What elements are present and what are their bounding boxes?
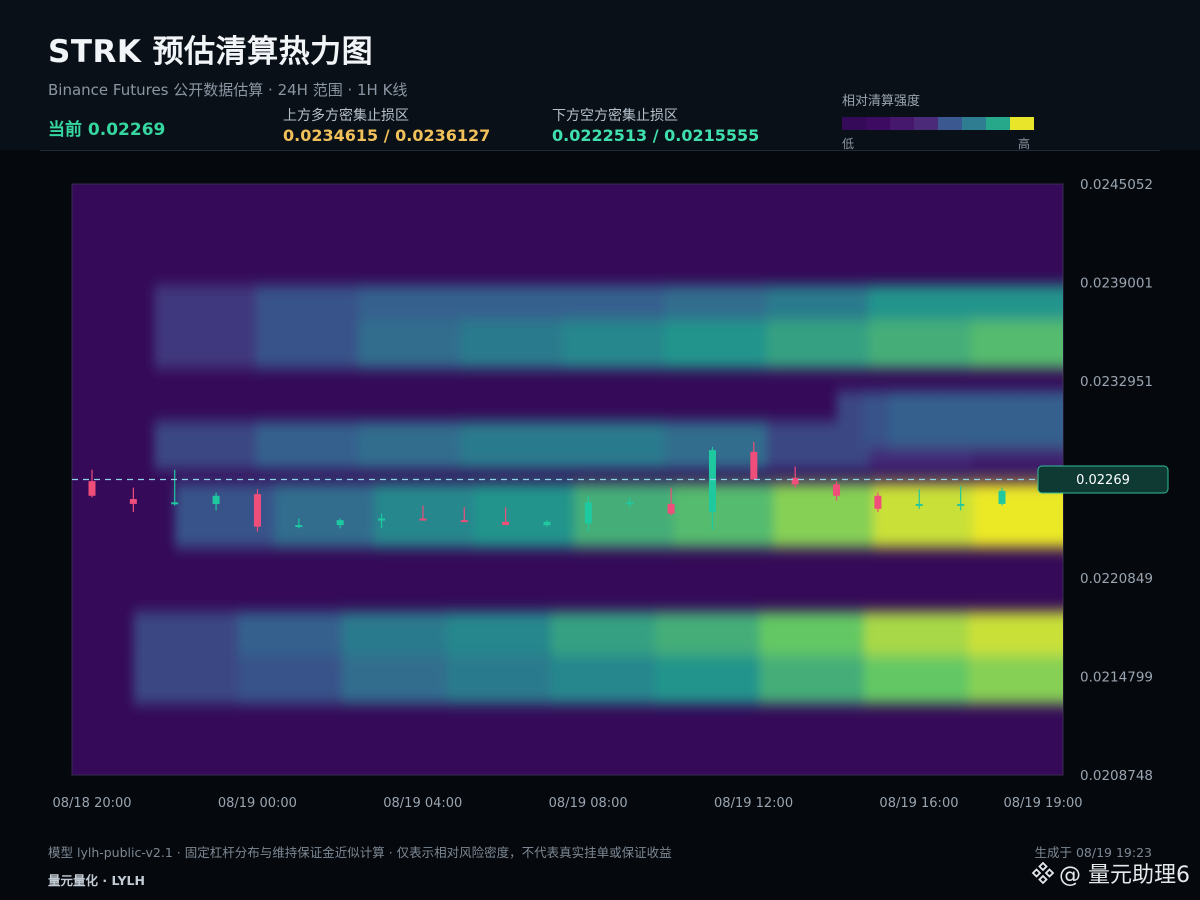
x-tick-label-3: 08/19 08:00 (549, 796, 628, 811)
heat-band-1-segment-2 (358, 319, 462, 369)
candle-body-21 (957, 503, 965, 506)
heat-band-3-segment-6 (994, 390, 1022, 448)
candle-body-11 (543, 521, 551, 526)
candle-body-3 (212, 495, 220, 504)
heat-band-3-segment-7 (1020, 390, 1048, 448)
candle-body-2 (171, 502, 179, 505)
y-tick-label-4: 0.0214799 (1080, 669, 1153, 685)
candle-body-4 (253, 494, 261, 527)
heat-band-1-segment-5 (664, 319, 768, 369)
heat-band-3-segment-4 (941, 390, 969, 448)
x-tick-label-1: 08/19 00:00 (218, 796, 297, 811)
heat-band-2-segment-4 (562, 420, 666, 470)
candle-body-18 (833, 484, 841, 496)
heat-band-4-segment-3 (474, 482, 575, 548)
heat-band-1-segment-4 (562, 319, 666, 369)
heat-band-6-segment-5 (655, 655, 761, 705)
candle-body-22 (998, 490, 1006, 504)
heat-band-2-segment-0 (154, 420, 258, 470)
footer-brand: 量元量化 · LYLH (48, 873, 145, 888)
heat-band-2-segment-2 (358, 420, 462, 470)
heat-band-6-segment-6 (759, 655, 866, 705)
heatmap-layer (133, 284, 1063, 705)
y-tick-label-5: 0.0208748 (1080, 768, 1153, 784)
candle-body-14 (667, 503, 675, 514)
candle-body-6 (336, 520, 344, 526)
price-tag-label: 0.02269 (1076, 473, 1130, 488)
heat-band-4-segment-2 (374, 482, 476, 548)
candle-body-17 (791, 477, 799, 485)
heat-band-6-segment-8 (968, 655, 1063, 705)
x-axis-ticks: 08/18 20:00 08/19 00:00 08/19 04:00 08/19 0… (52, 796, 1082, 811)
candle-body-13 (626, 502, 634, 505)
x-tick-label-2: 08/19 04:00 (383, 796, 462, 811)
heat-band-3-segment-1 (862, 390, 891, 448)
candle-body-9 (460, 520, 468, 523)
candle-body-12 (584, 502, 592, 524)
heat-band-4-segment-7 (873, 482, 975, 548)
current-price-tag: 0.02269 (1037, 465, 1169, 494)
exchange-logo-icon (1031, 861, 1055, 885)
heat-band-6-segment-4 (550, 655, 657, 705)
heat-band-1-segment-7 (868, 319, 972, 369)
x-tick-label-4: 08/19 12:00 (714, 796, 793, 811)
candle-body-8 (419, 518, 427, 521)
watermark-text: @ 量元助理6 (1059, 863, 1190, 888)
heat-band-6-segment-7 (864, 655, 970, 705)
heat-band-1-segment-3 (460, 319, 564, 369)
footer-note: 模型 lylh-public-v2.1 · 固定杠杆分布与维持保证金近似计算 ·… (48, 845, 672, 860)
liquidation-heatmap-chart: 0.02269 0.0245052 0.0239001 0.0232951 0.022… (52, 177, 1169, 811)
candle-body-7 (378, 518, 386, 521)
watermark: @ 量元助理6 (1031, 857, 1190, 889)
y-tick-label-1: 0.0239001 (1080, 276, 1153, 292)
y-tick-label-0: 0.0245052 (1080, 177, 1153, 193)
heat-band-1-segment-8 (970, 319, 1063, 369)
heat-band-1-segment-6 (766, 319, 870, 369)
heat-band-2-segment-1 (256, 420, 360, 470)
candle-body-10 (502, 521, 510, 526)
candle-body-0 (88, 481, 96, 496)
heat-band-4-segment-5 (673, 482, 775, 548)
candle-body-19 (874, 495, 882, 509)
x-tick-label-5: 08/19 16:00 (879, 796, 958, 811)
heat-band-3-segment-3 (915, 390, 943, 448)
heat-band-4-segment-6 (773, 482, 875, 548)
heat-band-6-segment-0 (133, 655, 239, 705)
y-tick-label-2: 0.0232951 (1080, 374, 1153, 390)
heat-band-3-segment-5 (967, 390, 996, 448)
heat-band-4-segment-1 (274, 482, 376, 548)
candle-body-1 (129, 499, 137, 504)
heat-band-2-segment-3 (460, 420, 564, 470)
heat-band-3-segment-8 (1046, 390, 1063, 448)
heat-band-3-segment-0 (836, 390, 864, 448)
heat-band-6-segment-2 (342, 655, 448, 705)
heat-band-1-segment-1 (256, 319, 360, 369)
candle-body-15 (708, 450, 716, 513)
heat-band-1-segment-0 (154, 319, 258, 369)
y-tick-label-3: 0.0220849 (1080, 571, 1153, 587)
x-tick-label-6: 08/19 19:00 (1003, 796, 1082, 811)
x-tick-label-0: 08/18 20:00 (52, 796, 131, 811)
heat-band-6-segment-1 (237, 655, 344, 705)
candle-body-20 (915, 503, 923, 506)
candle-body-5 (295, 525, 303, 528)
candle-body-16 (750, 451, 758, 480)
heat-band-6-segment-3 (446, 655, 552, 705)
heat-band-3-segment-2 (889, 390, 917, 448)
